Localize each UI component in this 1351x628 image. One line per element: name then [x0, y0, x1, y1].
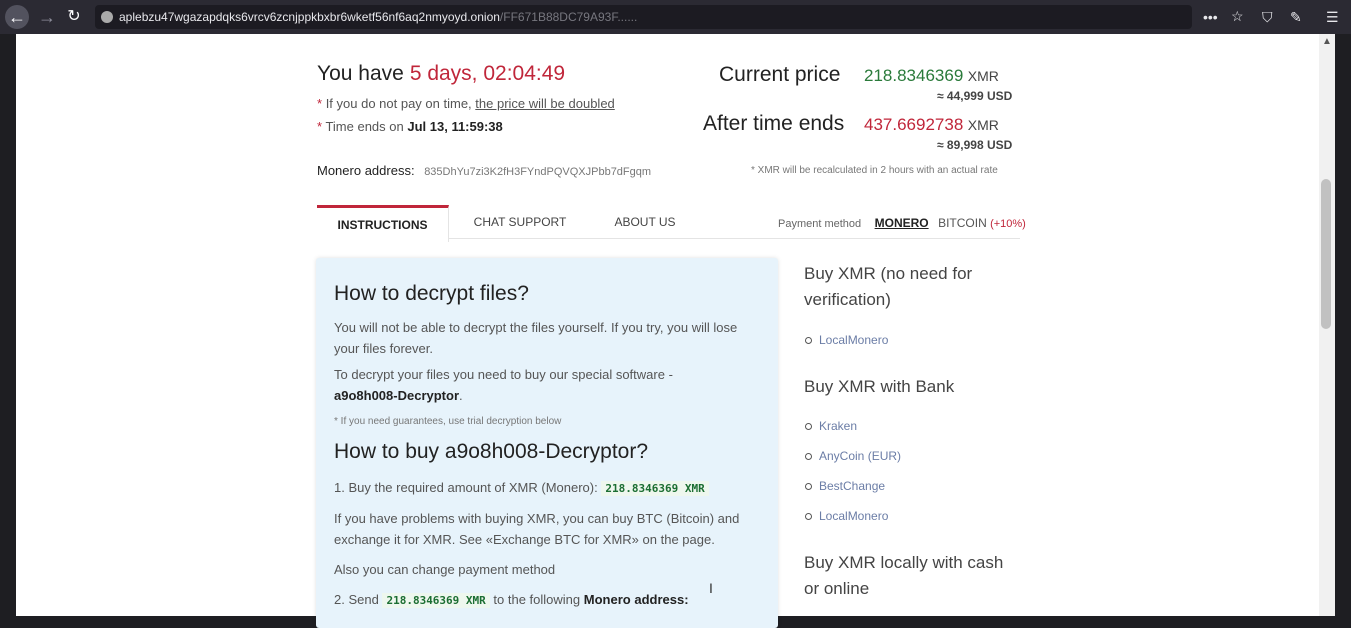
text-cursor-icon: I [709, 580, 713, 596]
change-method-note: Also you can change payment method [334, 562, 556, 577]
noscript-icon[interactable]: ✎ [1290, 8, 1302, 26]
page-actions-icon[interactable]: ••• [1203, 8, 1218, 26]
decrypt-heading: How to decrypt files? [334, 282, 529, 305]
decryptor-name: a9o8h008-Decryptor [334, 388, 459, 403]
step1-text: 1. Buy the required amount of XMR (Moner… [334, 480, 598, 495]
payment-method-label: Payment method [778, 218, 862, 230]
decrypt-warning: You will not be able to decrypt the file… [334, 320, 738, 356]
after-price: 437.6692738 XMR [864, 115, 999, 135]
link-bestchange[interactable]: BestChange [805, 479, 885, 493]
time-ends-note: * Time ends on Jul 13, 11:59:38 [317, 119, 503, 134]
link-label: LocalMonero [819, 509, 889, 523]
after-price-value: 437.6692738 [864, 115, 964, 134]
bullet-icon [805, 423, 812, 431]
tab-chat-support[interactable]: CHAT SUPPORT [460, 205, 580, 239]
step-2: 2. Send 218.8346369 XMR to the following… [334, 589, 764, 611]
monero-address-row: Monero address: 835DhYu7zi3K2fH3FYndPQVQ… [317, 163, 651, 178]
time-ends-date: Jul 13, 11:59:38 [407, 119, 503, 134]
shield-icon[interactable]: ⛉ [1262, 8, 1273, 26]
link-label: LocalMonero [819, 333, 889, 347]
buy-xmr-bank-heading: Buy XMR with Bank [804, 377, 955, 396]
current-price-unit: XMR [967, 68, 999, 84]
price-double-note: * If you do not pay on time, the price w… [317, 96, 615, 111]
current-price-value: 218.8346369 [864, 66, 964, 85]
guarantee-note: * If you need guarantees, use trial decr… [334, 416, 562, 427]
decryptor-text: To decrypt your files you need to buy ou… [334, 364, 764, 406]
note1-link: the price will be doubled [475, 96, 615, 111]
site-info-icon[interactable] [101, 11, 113, 23]
step-1: 1. Buy the required amount of XMR (Moner… [334, 477, 764, 499]
note2-prefix: Time ends on [325, 119, 404, 134]
bitcoin-surcharge: (+10%) [990, 218, 1026, 230]
current-price-usd: ≈ 44,999 USD [937, 89, 1013, 103]
link-anycoin[interactable]: AnyCoin (EUR) [805, 449, 901, 463]
countdown: You have 5 days, 02:04:49 [317, 62, 565, 86]
link-kraken[interactable]: Kraken [805, 419, 857, 433]
step1-amount[interactable]: 218.8346369 XMR [601, 481, 709, 496]
monero-address-label: Monero address: [317, 163, 415, 178]
bullet-icon [805, 453, 812, 461]
reload-button[interactable]: ↻ [62, 5, 86, 29]
countdown-timer: 5 days, 02:04:49 [409, 62, 566, 85]
scroll-up-icon[interactable]: ▲ [1322, 36, 1332, 47]
after-price-label: After time ends [703, 112, 845, 135]
bullet-icon [805, 337, 812, 345]
page-scrollbar[interactable]: ▲ [1319, 34, 1335, 616]
link-label: BestChange [819, 479, 886, 493]
forward-button[interactable]: → [35, 5, 59, 29]
back-button[interactable]: ← [5, 5, 29, 29]
step2-prefix: 2. Send [334, 592, 379, 607]
link-localmonero[interactable]: LocalMonero [805, 333, 888, 347]
current-price-label: Current price [719, 63, 841, 86]
url-text: aplebzu47wgazapdqks6vrcv6zcnjppkbxbr6wke… [119, 10, 637, 24]
after-price-unit: XMR [967, 117, 999, 133]
menu-icon[interactable]: ☰ [1326, 8, 1339, 26]
step2-mid: to the following [493, 592, 581, 607]
link-localmonero-bank[interactable]: LocalMonero [805, 509, 888, 523]
url-path: /FF671B88DC79A93F...... [499, 10, 638, 24]
link-label: AnyCoin (EUR) [819, 449, 902, 463]
you-have-label: You have [317, 62, 404, 85]
payment-bitcoin[interactable]: BITCOIN (+10%) [938, 216, 1026, 230]
step2-address-label: Monero address: [583, 592, 689, 607]
scroll-thumb[interactable] [1321, 179, 1331, 329]
tab-instructions[interactable]: INSTRUCTIONS [317, 205, 449, 242]
buy-xmr-no-verification-heading: Buy XMR (no need for verification) [804, 264, 973, 309]
step2-amount[interactable]: 218.8346369 XMR [382, 593, 490, 608]
window-frame-right [1335, 34, 1351, 616]
recalc-note: * XMR will be recalculated in 2 hours wi… [751, 165, 998, 176]
payment-bitcoin-label: BITCOIN [938, 216, 987, 230]
bullet-icon [805, 483, 812, 491]
payment-monero[interactable]: MONERO [875, 216, 929, 230]
browser-toolbar: ← → ↻ aplebzu47wgazapdqks6vrcv6zcnjppkbx… [0, 0, 1351, 34]
bookmark-star-icon[interactable]: ☆ [1231, 7, 1244, 25]
payment-method: Payment method MONERO BITCOIN (+10%) [778, 214, 1026, 232]
bullet-icon [805, 513, 812, 521]
decryptor-suffix: . [459, 388, 463, 403]
current-price: 218.8346369 XMR [864, 66, 999, 86]
buy-xmr-cash-heading: Buy XMR locally with cash or online [804, 553, 1004, 598]
note1-prefix: If you do not pay on time, [325, 96, 472, 111]
address-bar[interactable]: aplebzu47wgazapdqks6vrcv6zcnjppkbxbr6wke… [95, 5, 1244, 29]
url-main: aplebzu47wgazapdqks6vrcv6zcnjppkbxbr6wke… [119, 10, 500, 24]
how-to-buy-heading: How to buy a9o8h008-Decryptor? [334, 440, 649, 463]
link-label: Kraken [819, 419, 858, 433]
btc-exchange-note: If you have problems with buying XMR, yo… [334, 511, 740, 547]
window-frame-left [0, 34, 16, 616]
tab-about-us[interactable]: ABOUT US [600, 205, 690, 239]
monero-address-value[interactable]: 835DhYu7zi3K2fH3FYndPQVQXJPbb7dFgqm [424, 166, 651, 178]
decryptor-prefix: To decrypt your files you need to buy ou… [334, 367, 673, 382]
after-price-usd: ≈ 89,998 USD [937, 138, 1013, 152]
instructions-panel: How to decrypt files? You will not be ab… [316, 258, 778, 628]
